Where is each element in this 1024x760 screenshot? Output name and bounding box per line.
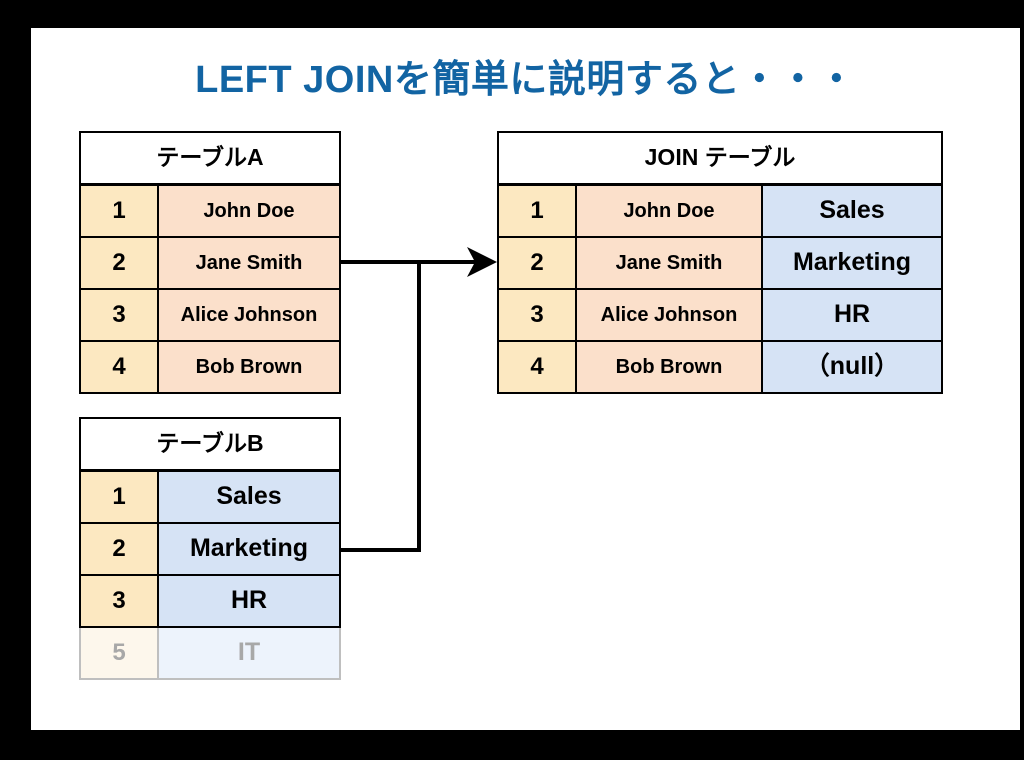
page-title: LEFT JOINを簡単に説明すると・・・	[195, 59, 856, 101]
table-join-title: JOIN テーブル	[497, 131, 943, 186]
table-row: 1 John Doe Sales	[497, 183, 943, 238]
table-join-cell-dept: HR	[761, 288, 943, 342]
table-a-header-row: テーブルA	[79, 131, 341, 186]
table-row: 2 Jane Smith	[79, 236, 341, 290]
table-join-cell-name: Bob Brown	[575, 340, 763, 394]
table-row: 1 John Doe	[79, 183, 341, 238]
table-join-cell-id: 1	[497, 183, 577, 238]
table-row: 1 Sales	[79, 469, 341, 524]
table-join-cell-id: 2	[497, 236, 577, 290]
table-join-cell-id: 4	[497, 340, 577, 394]
slide-root: LEFT JOINを簡単に説明すると・・・ テーブルA 1 John Doe 2…	[0, 0, 1024, 760]
table-row: 3 HR	[79, 574, 341, 628]
table-row: 2 Jane Smith Marketing	[497, 236, 943, 290]
connector-line-table-b	[341, 262, 421, 552]
table-a-cell-name: Alice Johnson	[157, 288, 341, 342]
table-b-cell-id: 3	[79, 574, 159, 628]
table-row: 4 Bob Brown	[79, 340, 341, 394]
table-join-header-row: JOIN テーブル	[497, 131, 943, 186]
table-b-cell-dept: Sales	[157, 469, 341, 524]
table-row: 3 Alice Johnson	[79, 288, 341, 342]
table-b-cell-dept: HR	[157, 574, 341, 628]
table-join-cell-dept: Sales	[761, 183, 943, 238]
table-b: テーブルB 1 Sales 2 Marketing 3 HR 5 IT	[79, 417, 341, 680]
table-row: 4 Bob Brown （null）	[497, 340, 943, 394]
table-join-cell-name: Alice Johnson	[575, 288, 763, 342]
table-b-cell-id: 2	[79, 522, 159, 576]
join-arrow-icon	[467, 247, 497, 277]
table-join: JOIN テーブル 1 John Doe Sales 2 Jane Smith …	[497, 131, 943, 394]
table-b-cell-id: 1	[79, 469, 159, 524]
table-b-cell-id: 5	[79, 626, 159, 680]
table-a-cell-id: 1	[79, 183, 159, 238]
table-a-cell-id: 2	[79, 236, 159, 290]
table-b-cell-dept: IT	[157, 626, 341, 680]
table-join-cell-id: 3	[497, 288, 577, 342]
table-row-excluded: 5 IT	[79, 626, 341, 680]
table-a-cell-id: 3	[79, 288, 159, 342]
table-a-cell-name: John Doe	[157, 183, 341, 238]
table-a-cell-name: Bob Brown	[157, 340, 341, 394]
table-b-header-row: テーブルB	[79, 417, 341, 472]
slide-canvas: LEFT JOINを簡単に説明すると・・・ テーブルA 1 John Doe 2…	[31, 28, 1020, 730]
table-a-cell-name: Jane Smith	[157, 236, 341, 290]
table-join-cell-name: John Doe	[575, 183, 763, 238]
table-join-cell-dept: （null）	[761, 340, 943, 394]
table-a: テーブルA 1 John Doe 2 Jane Smith 3 Alice Jo…	[79, 131, 341, 394]
table-row: 3 Alice Johnson HR	[497, 288, 943, 342]
table-a-title: テーブルA	[79, 131, 341, 186]
table-join-cell-name: Jane Smith	[575, 236, 763, 290]
table-b-cell-dept: Marketing	[157, 522, 341, 576]
table-a-cell-id: 4	[79, 340, 159, 394]
table-b-title: テーブルB	[79, 417, 341, 472]
table-join-cell-dept: Marketing	[761, 236, 943, 290]
table-row: 2 Marketing	[79, 522, 341, 576]
